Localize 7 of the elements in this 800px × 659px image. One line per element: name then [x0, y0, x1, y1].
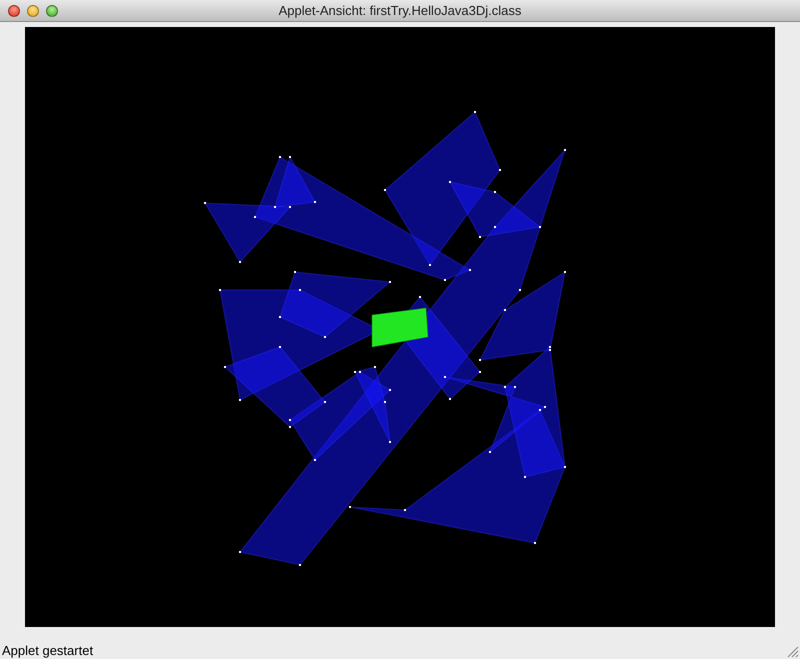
window-title: Applet-Ansicht: firstTry.HelloJava3Dj.class [278, 3, 522, 18]
status-text: Applet gestartet [1, 643, 94, 659]
minimize-button[interactable] [27, 4, 39, 16]
resize-grip-icon[interactable] [785, 644, 799, 658]
zoom-button[interactable] [46, 4, 58, 16]
mesh-patch-drawing [372, 308, 428, 348]
close-button[interactable] [8, 4, 20, 16]
